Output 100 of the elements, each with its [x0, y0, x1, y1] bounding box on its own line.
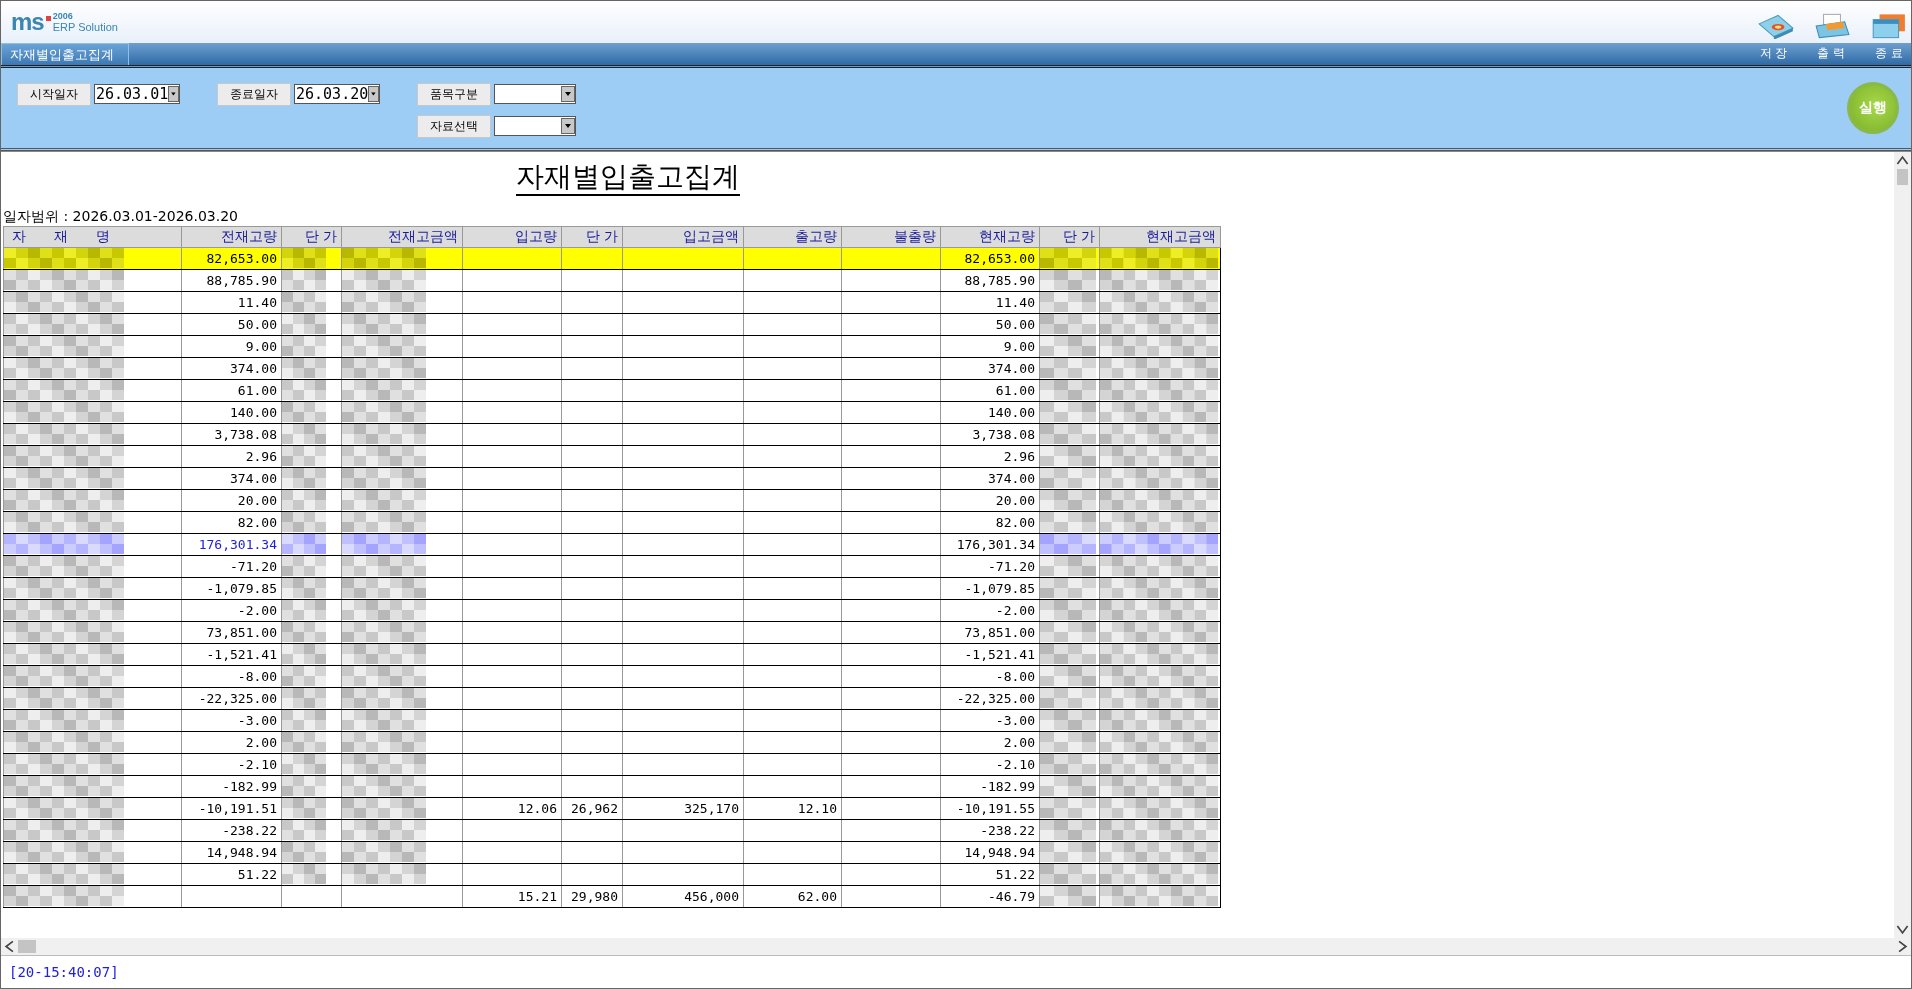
table-row[interactable]: -1,521.41 -1,521.41 [3, 643, 1221, 666]
table-row[interactable]: -2.10 -2.10 [3, 753, 1221, 776]
column-header: 단 가 [1039, 226, 1100, 248]
table-cell: 2.00 [181, 731, 282, 754]
report-title: 자재별입출고집계 [516, 160, 740, 196]
redaction-mosaic [282, 622, 326, 643]
table-cell: 82,653.00 [940, 247, 1040, 270]
table-cell: -1,521.41 [940, 643, 1040, 666]
combo-field[interactable] [494, 84, 576, 104]
table-cell: 11.40 [940, 291, 1040, 314]
toolbar-label[interactable]: 종 료 [1875, 45, 1903, 65]
table-row[interactable]: 82.00 82.00 [3, 511, 1221, 534]
table-cell: 11.40 [181, 291, 282, 314]
horizontal-scrollbar[interactable] [1, 938, 1911, 956]
scroll-thumb[interactable] [1897, 169, 1908, 185]
table-row[interactable]: 61.00 61.00 [3, 379, 1221, 402]
redaction-mosaic [1040, 248, 1096, 269]
disk-drive-icon[interactable] [1757, 13, 1795, 39]
table-row[interactable]: -10,191.51 12.06 26,962 325,170 12.10 -10,191.55 [3, 797, 1221, 820]
table-row[interactable]: -3.00 -3.00 [3, 709, 1221, 732]
table-cell [561, 291, 623, 314]
redaction-mosaic [1040, 842, 1096, 863]
redaction-mosaic [282, 666, 326, 687]
table-cell: -182.99 [940, 775, 1040, 798]
tab[interactable]: 자재별입출고집계 [1, 43, 129, 65]
redaction-mosaic [1040, 314, 1096, 335]
redaction-mosaic [1040, 776, 1096, 797]
table-row[interactable]: -22,325.00 -22,325.00 [3, 687, 1221, 710]
table-row[interactable]: 14,948.94 14,948.94 [3, 841, 1221, 864]
redaction-mosaic [1040, 446, 1096, 467]
table-cell: 3,738.08 [181, 423, 282, 446]
table-cell: 2.96 [940, 445, 1040, 468]
table-row[interactable]: 88,785.90 88,785.90 [3, 269, 1221, 292]
combo-field[interactable]: 26.03.01 [94, 84, 180, 104]
table-cell: 9.00 [940, 335, 1040, 358]
table-cell: 2.96 [181, 445, 282, 468]
table-row[interactable]: 11.40 11.40 [3, 291, 1221, 314]
caret-icon[interactable] [168, 86, 179, 102]
filter-label: 종료일자 [217, 82, 291, 106]
table-row[interactable]: -8.00 -8.00 [3, 665, 1221, 688]
table-cell: -2.00 [181, 599, 282, 622]
table-cell: -71.20 [940, 555, 1040, 578]
redaction-mosaic [282, 468, 326, 489]
table-row[interactable]: 20.00 20.00 [3, 489, 1221, 512]
combo-field[interactable]: 26.03.20 [294, 84, 380, 104]
table-row[interactable]: 9.00 9.00 [3, 335, 1221, 358]
table-row[interactable]: 2.00 2.00 [3, 731, 1221, 754]
table-row[interactable]: -2.00 -2.00 [3, 599, 1221, 622]
toolbar-label[interactable]: 저 장 [1759, 45, 1788, 65]
table-row[interactable]: 140.00 140.00 [3, 401, 1221, 424]
filter-label: 시작일자 [17, 82, 91, 106]
column-header: 단 가 [281, 226, 342, 248]
printer-icon[interactable] [1813, 13, 1851, 39]
redaction-mosaic [1040, 644, 1096, 665]
redaction-mosaic [1040, 292, 1096, 313]
table-cell: 20.00 [181, 489, 282, 512]
table-row[interactable]: 2.96 2.96 [3, 445, 1221, 468]
table-row[interactable]: 176,301.34 176,301.34 [3, 533, 1221, 556]
table-cell: 73,851.00 [181, 621, 282, 644]
caret-icon[interactable] [561, 118, 575, 134]
table-cell [561, 533, 623, 556]
table-row[interactable]: 73,851.00 73,851.00 [3, 621, 1221, 644]
table-cell: 82.00 [181, 511, 282, 534]
table-cell: 61.00 [181, 379, 282, 402]
table-cell: 374.00 [940, 357, 1040, 380]
table-cell: 140.00 [940, 401, 1040, 424]
table-cell: 29,980 [561, 885, 623, 908]
redaction-mosaic [282, 688, 326, 709]
toolbar-label[interactable]: 출 력 [1817, 45, 1846, 65]
table-cell: 12.06 [462, 797, 562, 820]
scroll-thumb[interactable] [18, 940, 36, 953]
table-row[interactable]: 51.22 51.22 [3, 863, 1221, 886]
vertical-scrollbar[interactable] [1894, 152, 1911, 938]
table-row[interactable]: -182.99 -182.99 [3, 775, 1221, 798]
table-row[interactable]: 374.00 374.00 [3, 357, 1221, 380]
table-cell: -8.00 [940, 665, 1040, 688]
table-cell: 12.10 [743, 797, 842, 820]
redaction-mosaic [1040, 798, 1096, 819]
table-cell [561, 511, 623, 534]
table-cell: 62.00 [743, 885, 842, 908]
redaction-mosaic [282, 644, 326, 665]
combo-field[interactable] [494, 116, 576, 136]
caret-icon[interactable] [368, 86, 379, 102]
table-row[interactable]: -71.20 -71.20 [3, 555, 1221, 578]
table-cell [561, 555, 623, 578]
table-cell: 50.00 [940, 313, 1040, 336]
redaction-mosaic [282, 820, 326, 841]
table-row[interactable]: -1,079.85 -1,079.85 [3, 577, 1221, 600]
redaction-mosaic [282, 512, 326, 533]
table-row[interactable]: 82,653.00 82,653.00 [3, 247, 1221, 270]
table-row[interactable]: -238.22 -238.22 [3, 819, 1221, 842]
table-cell [561, 489, 623, 512]
table-row[interactable]: 374.00 374.00 [3, 467, 1221, 490]
table-row[interactable]: 15.21 29,980 456,000 62.00 -46.79 [3, 885, 1221, 908]
caret-icon[interactable] [561, 86, 575, 102]
table-row[interactable]: 50.00 50.00 [3, 313, 1221, 336]
redaction-mosaic [1040, 380, 1096, 401]
table-cell [561, 313, 623, 336]
table-cell [561, 269, 623, 292]
table-row[interactable]: 3,738.08 3,738.08 [3, 423, 1221, 446]
